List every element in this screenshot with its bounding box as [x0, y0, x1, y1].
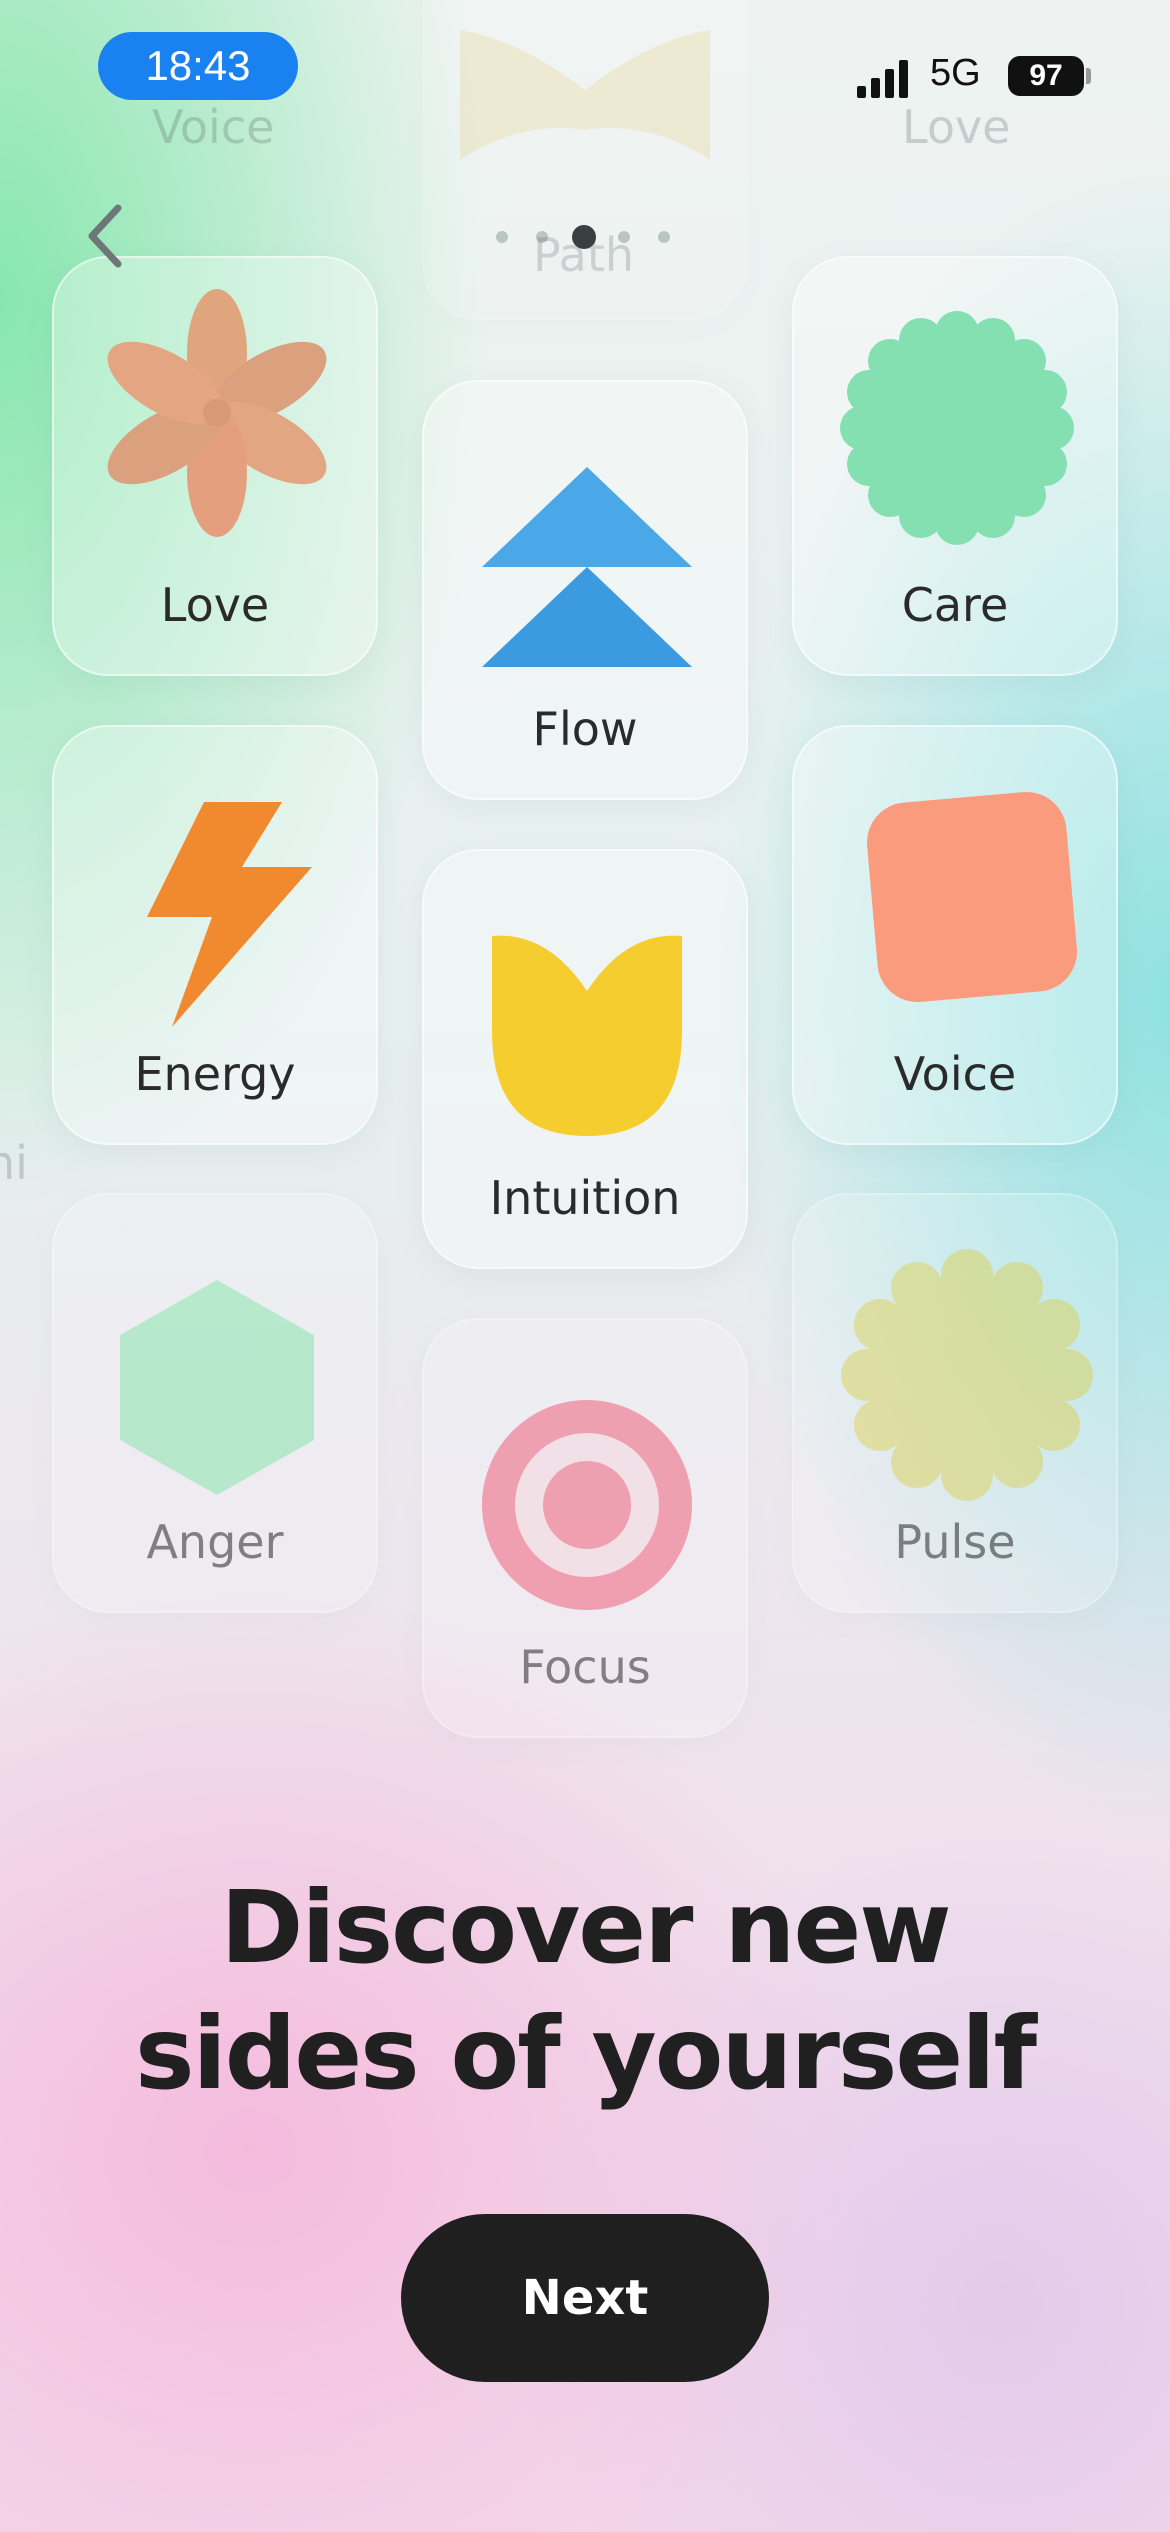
badge-icon: [841, 1249, 1093, 1501]
scalloped-circle-icon: [840, 311, 1074, 545]
headline-line-2: sides of yourself: [134, 1995, 1037, 2112]
card-love[interactable]: Love: [52, 256, 378, 676]
card-flow[interactable]: Flow: [422, 380, 748, 800]
card-label: Energy: [134, 1047, 296, 1101]
back-chevron-icon[interactable]: [78, 200, 134, 272]
next-button[interactable]: Next: [401, 2214, 769, 2382]
card-anger[interactable]: Anger: [52, 1193, 378, 1613]
signal-icon: [857, 60, 908, 98]
card-label: Flow: [532, 702, 638, 756]
flower-icon: [107, 289, 327, 537]
card-voice[interactable]: Voice: [792, 725, 1118, 1145]
network-label: 5G: [930, 52, 981, 94]
status-bar: 18:43 5G 97: [0, 0, 1170, 130]
card-label: Intuition: [489, 1171, 681, 1225]
page-dot: [658, 231, 670, 243]
card-focus[interactable]: Focus: [422, 1318, 748, 1738]
hexagon-icon: [120, 1280, 314, 1495]
card-care[interactable]: Care: [792, 256, 1118, 676]
lightning-bolt-icon: [147, 802, 312, 1027]
trait-grid: Love Flow Care Energy Intuition Voice An…: [0, 0, 1170, 1800]
page-dot: [496, 231, 508, 243]
rounded-square-icon: [866, 791, 1078, 1003]
page-dot: [536, 231, 548, 243]
card-label: Focus: [519, 1640, 651, 1694]
card-pulse[interactable]: Pulse: [792, 1193, 1118, 1613]
page-headline: Discover new sides of yourself: [0, 1865, 1170, 2117]
tulip-icon: [492, 935, 682, 1136]
card-energy[interactable]: Energy: [52, 725, 378, 1145]
card-label: Voice: [893, 1047, 1017, 1101]
card-label: Love: [160, 578, 270, 632]
status-time: 18:43: [98, 32, 298, 100]
target-icon: [482, 1400, 692, 1610]
page-dot: [618, 231, 630, 243]
card-label: Anger: [146, 1515, 284, 1569]
card-intuition[interactable]: Intuition: [422, 849, 748, 1269]
battery-nub: [1086, 68, 1091, 84]
page-indicator: [490, 222, 680, 252]
battery-icon: 97: [1008, 56, 1084, 96]
headline-line-1: Discover new: [220, 1869, 951, 1986]
double-triangle-icon: [482, 467, 692, 667]
card-label: Care: [901, 578, 1009, 632]
card-label: Pulse: [894, 1515, 1016, 1569]
page-dot-active: [572, 225, 596, 249]
